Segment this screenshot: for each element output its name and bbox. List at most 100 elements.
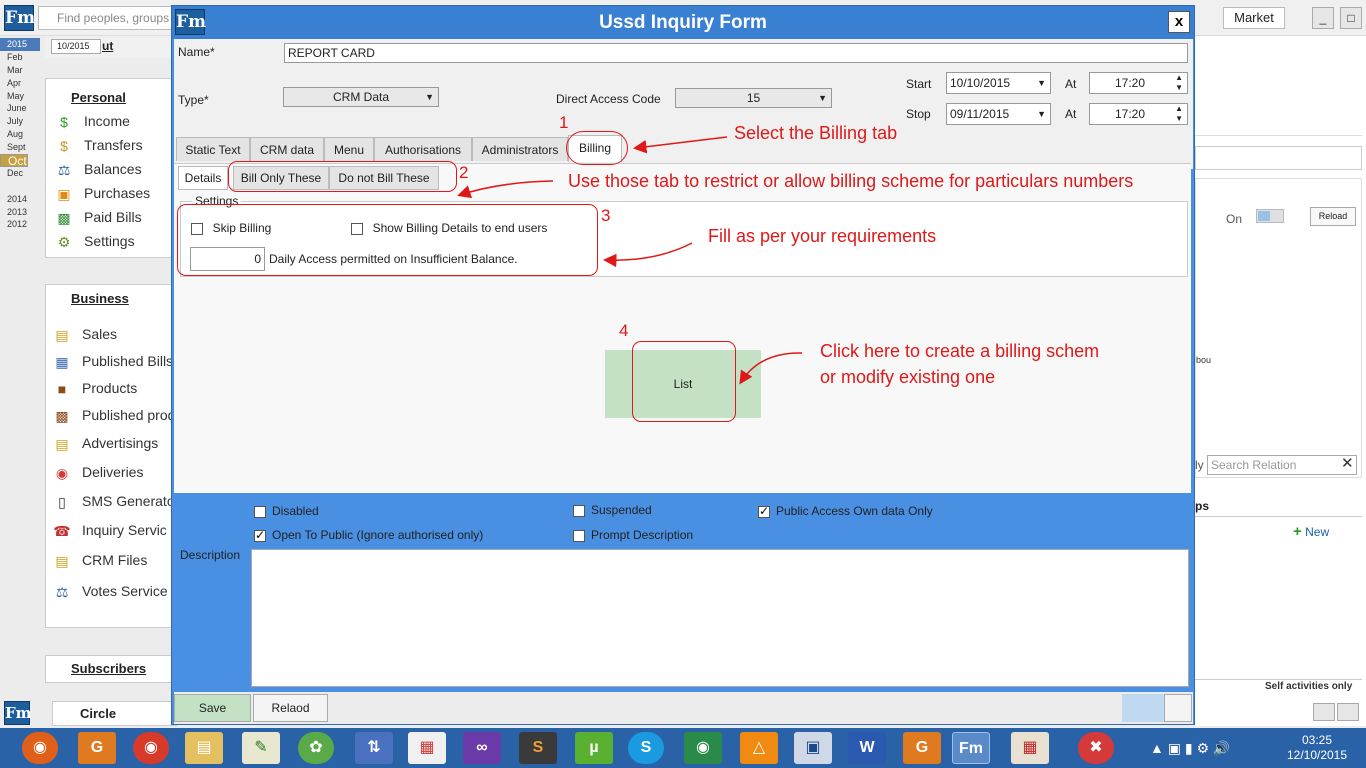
checkbox-box-checked[interactable]: [758, 504, 770, 518]
name-input[interactable]: REPORT CARD: [284, 43, 1188, 63]
menu-item-settings[interactable]: ⚙ Settings: [54, 229, 150, 253]
utorrent-icon[interactable]: µ: [575, 732, 613, 764]
date-box[interactable]: 10/2015: [51, 39, 101, 54]
search-relation-input[interactable]: Search Relation: [1207, 455, 1357, 475]
stop-time-input[interactable]: 17:20 ▲ ▼: [1089, 103, 1188, 125]
month-item[interactable]: June: [0, 102, 40, 115]
tab-crm-data[interactable]: CRM data: [250, 137, 324, 161]
month-item[interactable]: May: [0, 90, 40, 103]
tab-authorisations[interactable]: Authorisations: [374, 137, 472, 161]
fm-app-icon[interactable]: Fm: [952, 732, 990, 764]
menu-item-crm-files[interactable]: ▤ CRM Files: [52, 545, 175, 576]
checkbox-box[interactable]: [573, 504, 585, 517]
network-app-icon[interactable]: ⇅: [355, 732, 393, 764]
pdf-app-icon-2[interactable]: G: [903, 732, 941, 764]
month-item[interactable]: Sept: [0, 141, 40, 154]
menu-item-sms-generator[interactable]: ▯ SMS Generato: [52, 487, 175, 516]
chrome-icon[interactable]: ◉: [133, 732, 169, 764]
disabled-checkbox[interactable]: Disabled: [254, 503, 319, 518]
spinner-icon[interactable]: ▲ ▼: [1175, 73, 1183, 93]
menu-item-votes-service[interactable]: ⚖ Votes Service: [52, 576, 175, 607]
menu-item-published-products[interactable]: ▩ Published prod: [52, 402, 175, 429]
subtab-details[interactable]: Details: [178, 166, 228, 190]
menu-item-inquiry-service[interactable]: ☎ Inquiry Servic: [52, 516, 175, 545]
tab-static-text[interactable]: Static Text: [176, 137, 250, 161]
download-manager-icon[interactable]: ◉: [684, 732, 722, 764]
start-time-input[interactable]: 17:20 ▲ ▼: [1089, 72, 1188, 94]
close-button[interactable]: x: [1168, 11, 1190, 33]
month-item[interactable]: Aug: [0, 128, 40, 141]
desktop-app-icon[interactable]: ▣: [794, 732, 832, 764]
restore-button[interactable]: □: [1340, 7, 1362, 29]
word-icon[interactable]: W: [848, 732, 886, 764]
tray-alert-icon[interactable]: ✖: [1078, 732, 1114, 764]
menu-item-products[interactable]: ■ Products: [52, 375, 175, 402]
clear-search-icon[interactable]: ✕: [1341, 454, 1354, 472]
stop-date-input[interactable]: 09/11/2015 ▼: [946, 103, 1051, 125]
right-input[interactable]: [1195, 146, 1362, 170]
tab-administrators[interactable]: Administrators: [472, 137, 568, 161]
menu-item-paid-bills[interactable]: ▩ Paid Bills: [54, 205, 150, 229]
menu-item-published-bills[interactable]: ▦ Published Bills: [52, 348, 175, 375]
start-date-input[interactable]: 10/10/2015 ▼: [946, 72, 1051, 94]
month-item[interactable]: Feb: [0, 51, 40, 64]
right-reload-button[interactable]: Reload: [1310, 207, 1356, 226]
vlc-icon[interactable]: △: [740, 732, 778, 764]
month-item[interactable]: Apr: [0, 77, 40, 90]
public-access-own-data-checkbox[interactable]: Public Access Own data Only: [758, 503, 933, 518]
file-explorer-icon[interactable]: ▤: [185, 732, 223, 764]
open-to-public-checkbox[interactable]: Open To Public (Ignore authorised only): [254, 527, 483, 542]
month-item-selected[interactable]: Oct: [0, 154, 28, 167]
image-app-icon[interactable]: ▦: [1011, 732, 1049, 764]
description-textarea[interactable]: [251, 549, 1189, 687]
find-people-search-input[interactable]: Find peoples, groups: [38, 6, 178, 30]
visual-studio-icon[interactable]: ∞: [463, 732, 501, 764]
checkbox-box[interactable]: [573, 529, 585, 542]
month-item[interactable]: Dec: [0, 167, 40, 180]
month-item[interactable]: 2015: [0, 38, 40, 51]
right-nav-button[interactable]: [1337, 703, 1359, 721]
prompt-description-checkbox[interactable]: Prompt Description: [573, 527, 693, 542]
menu-item-balances[interactable]: ⚖ Balances: [54, 157, 150, 181]
firefox-icon[interactable]: ◉: [22, 732, 58, 764]
pdf-app-icon[interactable]: G: [78, 732, 116, 764]
new-button[interactable]: + New: [1293, 523, 1329, 540]
toggle-switch[interactable]: [1256, 209, 1284, 223]
spinner-icon[interactable]: ▲ ▼: [1175, 104, 1183, 124]
menu-item-purchases[interactable]: ▣ Purchases: [54, 181, 150, 205]
menu-item-advertisings[interactable]: ▤ Advertisings: [52, 429, 175, 458]
menu-item-deliveries[interactable]: ◉ Deliveries: [52, 458, 175, 487]
market-button[interactable]: Market: [1223, 7, 1285, 29]
grid-app-icon[interactable]: ▦: [408, 732, 446, 764]
save-button[interactable]: Save: [174, 694, 251, 722]
leaf-app-icon[interactable]: ✿: [298, 732, 334, 764]
checkbox-box-checked[interactable]: [254, 528, 266, 542]
menu-item-transfers[interactable]: $ Transfers: [54, 133, 150, 157]
year-item[interactable]: 2013: [0, 206, 40, 219]
clock-time: 03:25: [1301, 733, 1333, 747]
sublime-icon[interactable]: S: [519, 732, 557, 764]
type-label: Type*: [178, 93, 209, 107]
circle-activities-tab[interactable]: Circle Activities: [52, 701, 177, 745]
month-item[interactable]: July: [0, 115, 40, 128]
skype-icon[interactable]: S: [628, 732, 664, 764]
reload-button[interactable]: Relaod: [253, 694, 328, 722]
menu-item-income[interactable]: $ Income: [54, 109, 150, 133]
footer-nav-button[interactable]: [1122, 694, 1164, 722]
type-select[interactable]: CRM Data ▼: [283, 87, 439, 107]
year-item[interactable]: 2012: [0, 218, 40, 231]
footer-nav-button[interactable]: [1164, 694, 1192, 722]
right-box: On Reload bou: [1195, 178, 1362, 478]
right-nav-button[interactable]: [1313, 703, 1335, 721]
tray-icons[interactable]: ▲ ▣ ▮ ⚙ 🔊: [1150, 740, 1230, 757]
notepad-icon[interactable]: ✎: [242, 732, 280, 764]
month-item[interactable]: Mar: [0, 64, 40, 77]
checkbox-box[interactable]: [254, 505, 266, 518]
taskbar-clock[interactable]: 03:25 12/10/2015: [1282, 733, 1352, 763]
menu-item-sales[interactable]: ▤ Sales: [52, 321, 175, 348]
minimize-button[interactable]: _: [1312, 7, 1334, 29]
tab-menu[interactable]: Menu: [324, 137, 374, 161]
suspended-checkbox[interactable]: Suspended: [573, 502, 652, 517]
direct-access-code-select[interactable]: 15 ▼: [675, 88, 832, 108]
year-item[interactable]: 2014: [0, 193, 40, 206]
